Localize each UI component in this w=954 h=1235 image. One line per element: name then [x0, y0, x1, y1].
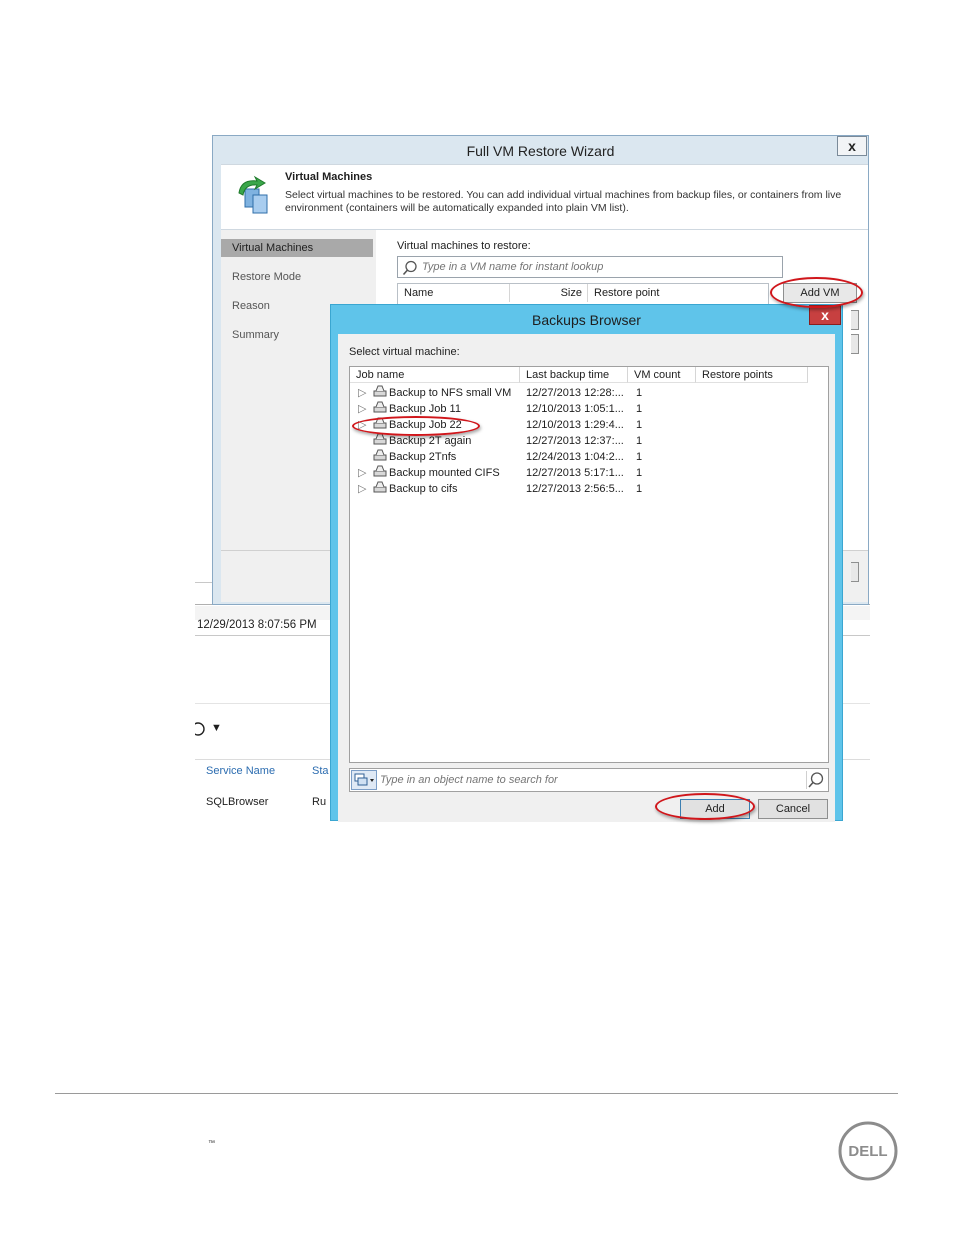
dell-logo: DELL: [838, 1121, 898, 1181]
job-last-backup-time: 12/27/2013 5:17:1...: [526, 467, 624, 479]
job-vm-count: 1: [636, 387, 643, 399]
column-restore-points[interactable]: Restore points: [696, 367, 808, 383]
search-icon: [402, 260, 418, 276]
table-row[interactable]: ▷ Backup Job 11 12/10/2013 1:05:1... 1: [350, 401, 828, 417]
job-vm-count: 1: [636, 451, 643, 463]
job-last-backup-time: 12/10/2013 1:29:4...: [526, 419, 624, 431]
annotation-ellipse-backup-job-22: [352, 416, 480, 436]
backup-job-icon: [373, 481, 387, 493]
nav-item-restore-mode[interactable]: Restore Mode: [221, 268, 373, 286]
annotation-ellipse-add-vm: [770, 277, 863, 308]
vm-search-input[interactable]: [422, 259, 772, 275]
job-vm-count: 1: [636, 483, 643, 495]
column-last-backup-time[interactable]: Last backup time: [520, 367, 628, 383]
backups-browser-dialog: Backups Browser x Select virtual machine…: [330, 304, 843, 822]
footer-button-stub[interactable]: [851, 562, 859, 582]
table-row[interactable]: Backup 2Tnfs 12/24/2013 1:04:2... 1: [350, 449, 828, 465]
column-job-name[interactable]: Job name: [350, 367, 520, 383]
restore-wizard-icon: [235, 175, 271, 219]
vm-column-restore-point[interactable]: Restore point: [588, 284, 768, 302]
job-name: Backup to cifs: [389, 483, 458, 495]
cancel-button[interactable]: Cancel: [758, 799, 828, 819]
job-last-backup-time: 12/27/2013 2:56:5...: [526, 483, 624, 495]
browser-prompt: Select virtual machine:: [349, 346, 460, 358]
job-last-backup-time: 12/10/2013 1:05:1...: [526, 403, 624, 415]
object-search-input[interactable]: [380, 772, 800, 788]
backup-job-icon: [373, 449, 387, 461]
bg-timestamp: 12/29/2013 8:07:56 PM: [197, 619, 317, 631]
chevron-down-icon[interactable]: ▼: [211, 722, 222, 734]
browser-close-button[interactable]: x: [809, 305, 841, 325]
object-search-box[interactable]: [349, 768, 829, 792]
job-name: Backup 2Tnfs: [389, 451, 457, 463]
backup-job-icon: [373, 401, 387, 413]
object-type-dropdown[interactable]: [351, 770, 377, 790]
expand-arrow-icon[interactable]: ▷: [358, 465, 366, 479]
browser-client-area: Select virtual machine: Job name Last ba…: [338, 334, 835, 822]
wizard-close-button[interactable]: x: [837, 136, 867, 156]
wizard-step-title: Virtual Machines: [285, 171, 373, 183]
job-vm-count: 1: [636, 419, 643, 431]
vm-column-name[interactable]: Name: [398, 284, 510, 302]
wizard-step-description: Select virtual machines to be restored. …: [285, 189, 842, 214]
job-name: Backup to NFS small VM: [389, 387, 512, 399]
column-header-status[interactable]: Sta: [312, 765, 329, 777]
expand-arrow-icon[interactable]: ▷: [358, 481, 366, 495]
browser-title[interactable]: Backups Browser: [331, 305, 842, 335]
expand-arrow-icon[interactable]: ▷: [358, 385, 366, 399]
job-vm-count: 1: [636, 435, 643, 447]
job-last-backup-time: 12/27/2013 12:37:...: [526, 435, 624, 447]
vm-search-box[interactable]: [397, 256, 783, 278]
job-name: Backup Job 11: [389, 403, 461, 415]
search-icon[interactable]: [806, 771, 825, 789]
service-row-status: Ru: [312, 796, 327, 808]
vm-restore-table[interactable]: Name Size Restore point: [397, 283, 769, 305]
backup-job-icon: [373, 385, 387, 397]
job-name: Backup mounted CIFS: [389, 467, 500, 479]
job-vm-count: 1: [636, 467, 643, 479]
expand-arrow-icon[interactable]: ▷: [358, 401, 366, 415]
table-row[interactable]: ▷ Backup mounted CIFS 12/27/2013 5:17:1.…: [350, 465, 828, 481]
column-vm-count[interactable]: VM count: [628, 367, 696, 383]
wizard-title: Full VM Restore Wizard: [466, 143, 615, 159]
job-last-backup-time: 12/27/2013 12:28:...: [526, 387, 624, 399]
service-row-name: SQLBrowser: [206, 796, 269, 808]
wizard-header: Virtual Machines Select virtual machines…: [221, 164, 868, 230]
side-button-stub[interactable]: [851, 334, 859, 354]
wizard-titlebar[interactable]: Full VM Restore Wizard: [213, 136, 868, 164]
annotation-ellipse-add: [655, 793, 755, 820]
trademark-symbol: ™: [208, 1140, 215, 1147]
vm-list-label: Virtual machines to restore:: [397, 240, 531, 252]
bg-view-icon[interactable]: [195, 721, 207, 737]
side-button-stub[interactable]: [851, 310, 859, 330]
job-vm-count: 1: [636, 403, 643, 415]
jobs-table-header: Job name Last backup time VM count Resto…: [350, 367, 828, 384]
table-row[interactable]: ▷ Backup to NFS small VM 12/27/2013 12:2…: [350, 385, 828, 401]
table-row[interactable]: ▷ Backup to cifs 12/27/2013 2:56:5... 1: [350, 481, 828, 497]
footer-divider: [55, 1093, 898, 1094]
column-header-service-name[interactable]: Service Name: [206, 765, 275, 777]
vm-column-size[interactable]: Size: [510, 284, 588, 302]
nav-item-virtual-machines[interactable]: Virtual Machines: [221, 239, 373, 257]
svg-text:DELL: DELL: [848, 1143, 887, 1160]
backup-job-icon: [373, 465, 387, 477]
job-last-backup-time: 12/24/2013 1:04:2...: [526, 451, 624, 463]
